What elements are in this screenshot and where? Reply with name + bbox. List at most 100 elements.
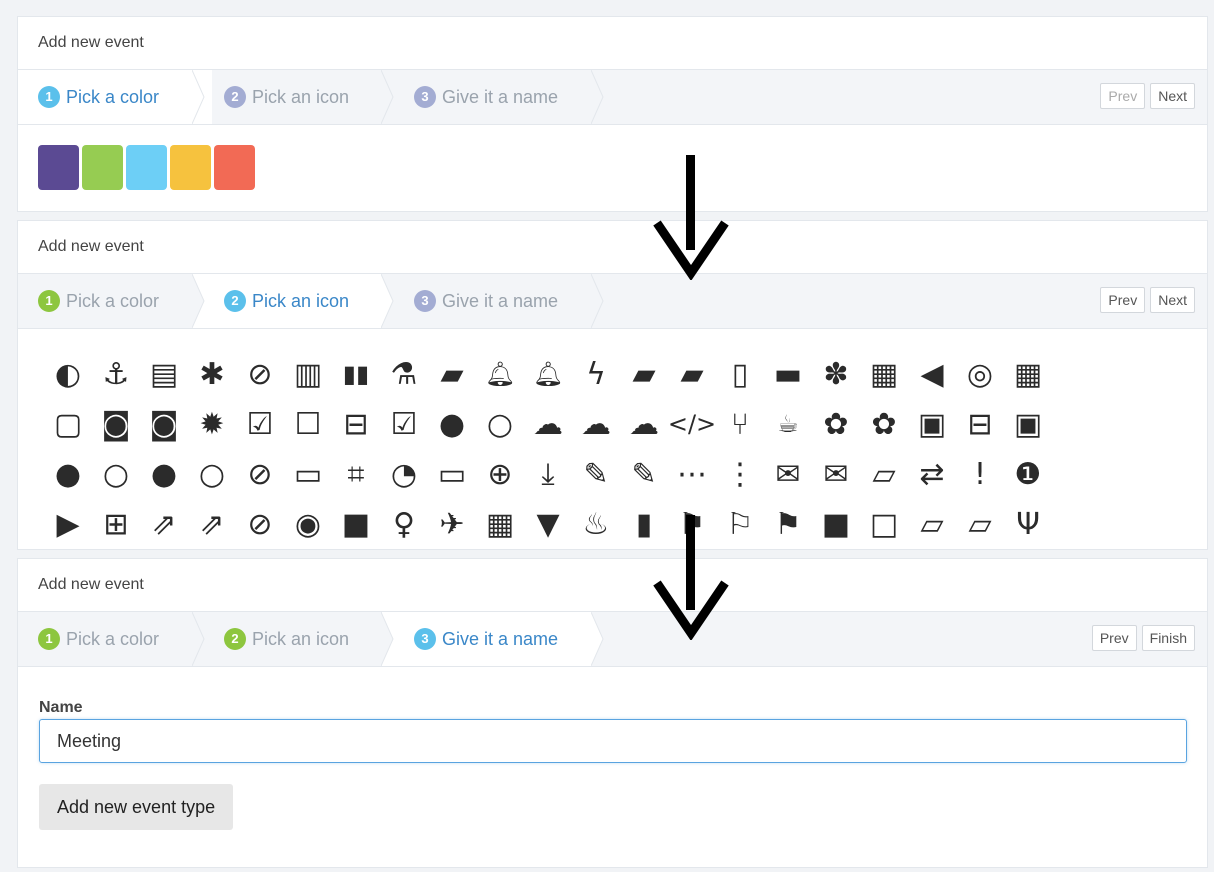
plus-square-icon[interactable]: ⊞ — [92, 500, 140, 548]
camera-retro-icon[interactable]: ◙ — [140, 400, 188, 448]
folder-open-outline-icon[interactable]: ▱ — [956, 500, 1004, 548]
bar-chart-icon[interactable]: ▥ — [284, 350, 332, 398]
plane-icon[interactable]: ✈ — [428, 500, 476, 548]
download-icon[interactable]: ⤓ — [524, 450, 572, 498]
female-icon[interactable]: ♀ — [380, 500, 428, 548]
edit-icon[interactable]: ✎ — [572, 450, 620, 498]
square-outline-icon[interactable]: ☐ — [284, 400, 332, 448]
bookmark-icon[interactable]: ▰ — [668, 350, 716, 398]
caret-down-square-icon[interactable]: ▣ — [908, 400, 956, 448]
cloud-icon[interactable]: ☁ — [524, 400, 572, 448]
beer-icon[interactable]: ▰ — [428, 350, 476, 398]
folder-open-icon[interactable]: ▱ — [908, 500, 956, 548]
desktop-icon[interactable]: ▭ — [428, 450, 476, 498]
prev-button[interactable]: Prev — [1100, 83, 1146, 109]
barcode-icon[interactable]: ▮▮ — [332, 350, 380, 398]
step-pick-icon[interactable]: 2 Pick an icon — [224, 612, 349, 666]
archive-icon[interactable]: ▤ — [140, 350, 188, 398]
prev-button[interactable]: Prev — [1091, 625, 1137, 651]
folder-outline-icon[interactable]: □ — [860, 500, 908, 548]
cogs-icon[interactable]: ✿ — [860, 400, 908, 448]
compass-icon[interactable]: ⊘ — [236, 450, 284, 498]
fire-icon[interactable]: ♨ — [572, 500, 620, 548]
ellipsis-v-icon[interactable]: ⋮ — [716, 450, 764, 498]
color-swatch[interactable] — [170, 145, 211, 190]
calendar-icon[interactable]: ▦ — [1004, 350, 1052, 398]
download-circle-icon[interactable]: ⊕ — [476, 450, 524, 498]
folder-icon[interactable]: ■ — [812, 500, 860, 548]
external-link-square-icon[interactable]: ⇗ — [188, 500, 236, 548]
film-icon[interactable]: ▦ — [476, 500, 524, 548]
cog-icon[interactable]: ✿ — [812, 400, 860, 448]
check-square-filled-icon[interactable]: ☑ — [380, 400, 428, 448]
cutlery-icon[interactable]: Ψ — [1004, 500, 1052, 548]
next-button[interactable]: Next — [1150, 287, 1195, 313]
comment-outline-icon[interactable]: ○ — [92, 450, 140, 498]
eye-slash-icon[interactable]: ⊘ — [236, 500, 284, 548]
external-link-icon[interactable]: ⇗ — [140, 500, 188, 548]
exclamation-icon[interactable]: ! — [956, 450, 1004, 498]
credit-card-icon[interactable]: ▭ — [284, 450, 332, 498]
prev-button[interactable]: Prev — [1100, 287, 1146, 313]
cloud-upload-icon[interactable]: ☁ — [620, 400, 668, 448]
video-camera-icon[interactable]: ■ — [332, 500, 380, 548]
bullhorn-icon[interactable]: ◀ — [908, 350, 956, 398]
camera-icon[interactable]: ◙ — [92, 400, 140, 448]
briefcase-icon[interactable]: ▬ — [764, 350, 812, 398]
bell-icon[interactable]: 🔔︎ — [524, 350, 572, 398]
envelope-outline-icon[interactable]: ✉ — [812, 450, 860, 498]
code-icon[interactable]: </> — [668, 400, 716, 448]
anchor-icon[interactable]: ⚓ — [92, 350, 140, 398]
certificate-icon[interactable]: ✹ — [188, 400, 236, 448]
play-square-icon[interactable]: ▶ — [44, 500, 92, 548]
step-pick-icon[interactable]: 2 Pick an icon — [192, 274, 381, 328]
code-fork-icon[interactable]: ⑂ — [716, 400, 764, 448]
asterisk-icon[interactable]: ✱ — [188, 350, 236, 398]
step-give-name[interactable]: 3 Give it a name — [414, 70, 558, 124]
step-pick-color[interactable]: 1 Pick a color — [18, 70, 212, 124]
step-pick-color[interactable]: 1 Pick a color — [38, 612, 159, 666]
pencil-square-icon[interactable]: ✎ — [620, 450, 668, 498]
dashboard-icon[interactable]: ◔ — [380, 450, 428, 498]
flag-checkered-icon[interactable]: ⚑ — [764, 500, 812, 548]
comments-icon[interactable]: ● — [140, 450, 188, 498]
crop-icon[interactable]: ⌗ — [332, 450, 380, 498]
color-swatch[interactable] — [214, 145, 255, 190]
circle-outline-icon[interactable]: ○ — [476, 400, 524, 448]
circle-icon[interactable]: ● — [428, 400, 476, 448]
comments-outline-icon[interactable]: ○ — [188, 450, 236, 498]
bullseye-icon[interactable]: ◎ — [956, 350, 1004, 398]
cloud-download-icon[interactable]: ☁ — [572, 400, 620, 448]
color-swatch[interactable] — [38, 145, 79, 190]
finish-button[interactable]: Finish — [1141, 625, 1195, 651]
exchange-icon[interactable]: ⇄ — [908, 450, 956, 498]
step-give-name[interactable]: 3 Give it a name — [382, 612, 592, 666]
name-input[interactable]: Meeting — [39, 719, 1187, 763]
color-swatch[interactable] — [82, 145, 123, 190]
book-icon[interactable]: ▰ — [620, 350, 668, 398]
ban-icon[interactable]: ⊘ — [236, 350, 284, 398]
step-give-name[interactable]: 3 Give it a name — [414, 274, 558, 328]
step-pick-color[interactable]: 1 Pick a color — [38, 274, 159, 328]
bug-icon[interactable]: ✽ — [812, 350, 860, 398]
color-swatch[interactable] — [126, 145, 167, 190]
caret-up-square-icon[interactable]: ▣ — [1004, 400, 1052, 448]
minus-square-outline-icon[interactable]: ⊟ — [332, 400, 380, 448]
filter-icon[interactable]: ▼ — [524, 500, 572, 548]
bell-outline-icon[interactable]: 🔔︎ — [476, 350, 524, 398]
exclamation-circle-icon[interactable]: ❶ — [1004, 450, 1052, 498]
bookmark-outline-icon[interactable]: ▯ — [716, 350, 764, 398]
ellipsis-h-icon[interactable]: ⋯ — [668, 450, 716, 498]
coffee-icon[interactable]: ☕︎ — [764, 400, 812, 448]
eraser-icon[interactable]: ▱ — [860, 450, 908, 498]
eye-icon[interactable]: ◉ — [284, 500, 332, 548]
calendar-outline-icon[interactable]: ▢ — [44, 400, 92, 448]
next-button[interactable]: Next — [1150, 83, 1195, 109]
minus-square-icon[interactable]: ⊟ — [956, 400, 1004, 448]
flask-icon[interactable]: ⚗ — [380, 350, 428, 398]
bolt-icon[interactable]: ϟ — [572, 350, 620, 398]
adjust-icon[interactable]: ◐ — [44, 350, 92, 398]
envelope-icon[interactable]: ✉ — [764, 450, 812, 498]
comment-icon[interactable]: ● — [44, 450, 92, 498]
add-event-type-button[interactable]: Add new event type — [39, 784, 234, 830]
